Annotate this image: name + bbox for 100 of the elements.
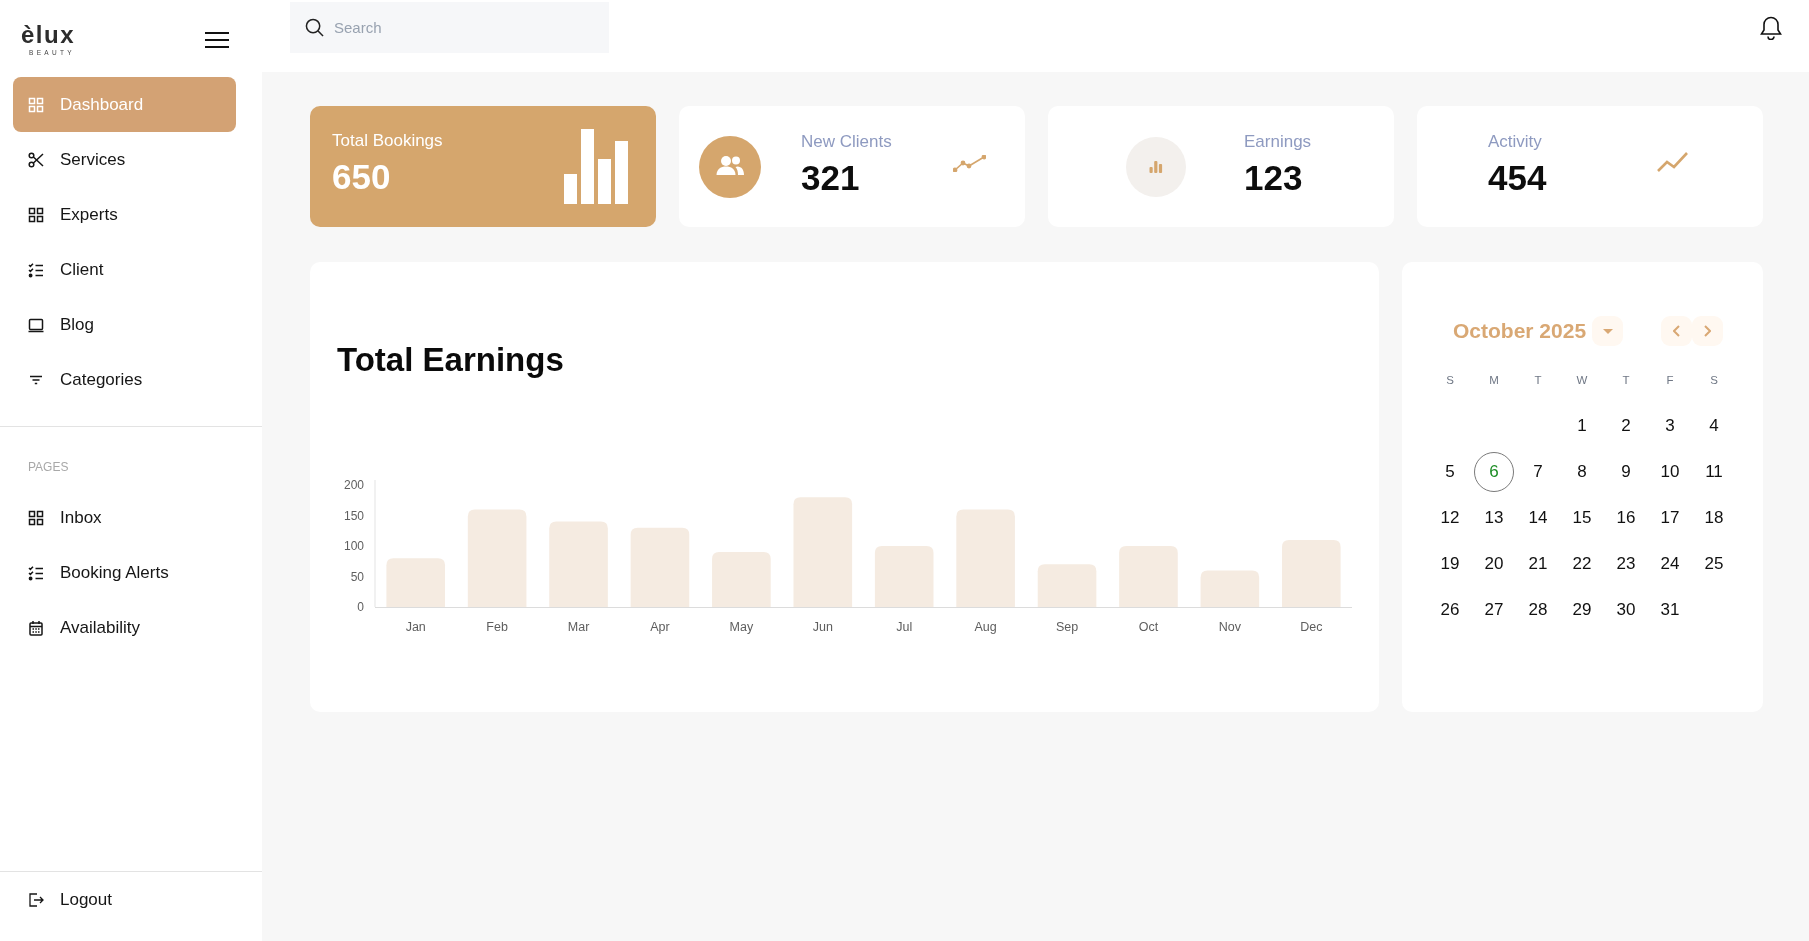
stat-value: 454	[1488, 158, 1547, 198]
calendar-day[interactable]: 23	[1615, 553, 1637, 575]
calendar-day[interactable]: 31	[1659, 599, 1681, 621]
calendar-day[interactable]: 29	[1571, 599, 1593, 621]
month-title: October 2025	[1453, 319, 1587, 343]
calendar-day[interactable]: 25	[1703, 553, 1725, 575]
calendar-day[interactable]: 16	[1615, 507, 1637, 529]
calendar-day[interactable]: 22	[1571, 553, 1593, 575]
calendar-day[interactable]: 3	[1664, 415, 1676, 437]
y-axis-label: 0	[357, 600, 364, 614]
x-axis-label: Oct	[1138, 620, 1159, 634]
x-axis-label: Apr	[650, 620, 670, 634]
y-axis-label: 200	[343, 478, 364, 492]
calendar-day[interactable]: 7	[1532, 461, 1544, 483]
calendar-day[interactable]: 26	[1439, 599, 1461, 621]
calendar-day[interactable]: 27	[1483, 599, 1505, 621]
nav-item[interactable]: Blog	[13, 297, 236, 352]
x-axis-label: Jun	[812, 620, 833, 634]
calendar-day[interactable]: 8	[1576, 461, 1588, 483]
stat-label: Total Bookings	[332, 130, 443, 152]
calendar-day[interactable]: 30	[1615, 599, 1637, 621]
grid-icon	[28, 509, 44, 526]
calendar-day[interactable]: 19	[1439, 553, 1461, 575]
y-axis-label: 50	[350, 569, 364, 584]
calendar-day[interactable]: 18	[1703, 507, 1725, 529]
menu-icon[interactable]	[205, 32, 229, 48]
calendar-day[interactable]: 15	[1571, 507, 1593, 529]
calendar-day[interactable]: 14	[1527, 507, 1549, 529]
card-title: Total Earnings	[337, 340, 564, 380]
stat-value: 650	[332, 157, 391, 197]
weekday-label: W	[1576, 374, 1588, 386]
stat-label: Earnings	[1244, 131, 1312, 153]
nav-item[interactable]: Client	[13, 242, 236, 297]
checklist-icon	[28, 261, 44, 278]
nav-item[interactable]: Experts	[13, 187, 236, 242]
nav-item[interactable]: Booking Alerts	[13, 545, 236, 600]
x-axis-label: Aug	[974, 620, 997, 634]
calendar-day[interactable]: 17	[1659, 507, 1681, 529]
chart-bar	[1037, 564, 1097, 607]
stat-value: 123	[1244, 158, 1303, 198]
calendar-day[interactable]: 24	[1659, 553, 1681, 575]
calendar-day[interactable]: 2	[1620, 415, 1632, 437]
x-axis-label: Jul	[896, 620, 913, 634]
scissors-icon	[28, 151, 44, 168]
people-icon	[699, 135, 761, 198]
calendar-day[interactable]: 28	[1527, 599, 1549, 621]
weekday-label: M	[1489, 374, 1499, 386]
x-axis-label: Jan	[405, 620, 426, 634]
bell-icon[interactable]	[1760, 16, 1782, 40]
chevron-right-icon	[1704, 325, 1711, 337]
chart-bar	[874, 546, 934, 607]
laptop-icon	[28, 316, 44, 333]
logout-link[interactable]: Logout	[13, 872, 236, 927]
calendar-day[interactable]: 9	[1620, 461, 1632, 483]
y-axis-label: 150	[343, 508, 364, 523]
y-axis-label: 100	[343, 539, 364, 553]
chart-bar	[1119, 546, 1178, 607]
nav-item[interactable]: Services	[13, 132, 236, 187]
weekday-label: S	[1710, 374, 1718, 386]
stat-label: Activity	[1488, 131, 1542, 153]
grid-icon	[28, 206, 44, 223]
calendar-day[interactable]: 5	[1444, 461, 1456, 483]
x-axis-label: Nov	[1218, 620, 1241, 634]
calendar-day[interactable]: 21	[1527, 553, 1549, 575]
month-dropdown-button[interactable]	[1592, 316, 1624, 346]
bar-chart-icon	[1126, 136, 1186, 197]
calendar-day[interactable]: 13	[1483, 507, 1505, 529]
chart-bar	[1200, 570, 1260, 607]
x-axis-label: Mar	[567, 620, 590, 634]
grid-icon	[28, 96, 44, 113]
search-field[interactable]: Search	[290, 2, 609, 53]
x-axis-label: Sep	[1055, 620, 1079, 634]
weekday-label: S	[1446, 374, 1454, 386]
search-icon	[305, 18, 324, 37]
trend-icon	[1657, 150, 1688, 173]
calendar-day[interactable]: 10	[1659, 461, 1681, 483]
calendar-day[interactable]: 12	[1439, 507, 1461, 529]
nav-item[interactable]: Categories	[13, 352, 236, 407]
nav-item[interactable]: Availability	[13, 600, 236, 655]
chart-bar	[1282, 539, 1341, 607]
calendar-day[interactable]: 20	[1483, 553, 1505, 575]
weekday-label: T	[1622, 374, 1630, 386]
logout-icon	[28, 891, 44, 908]
weekday-label: F	[1666, 374, 1674, 386]
calendar-day[interactable]: 1	[1576, 415, 1588, 437]
logo-wordmark: èlux	[21, 24, 76, 46]
nav-item[interactable]: Inbox	[13, 490, 236, 545]
calendar-day[interactable]: 11	[1704, 461, 1724, 483]
bar-chart-icon	[564, 129, 629, 204]
previous-month-button[interactable]	[1661, 316, 1692, 346]
chevron-left-icon	[1673, 325, 1680, 337]
caret-down-icon	[1602, 328, 1613, 334]
x-axis-label: Dec	[1300, 620, 1323, 634]
next-month-button[interactable]	[1692, 316, 1723, 346]
trend-icon	[953, 155, 986, 172]
chart-bar	[712, 552, 771, 607]
chart-bar	[386, 558, 445, 607]
x-axis-label: Feb	[486, 620, 508, 634]
section-heading: PAGES	[28, 460, 69, 474]
calendar-day[interactable]: 4	[1708, 415, 1720, 437]
